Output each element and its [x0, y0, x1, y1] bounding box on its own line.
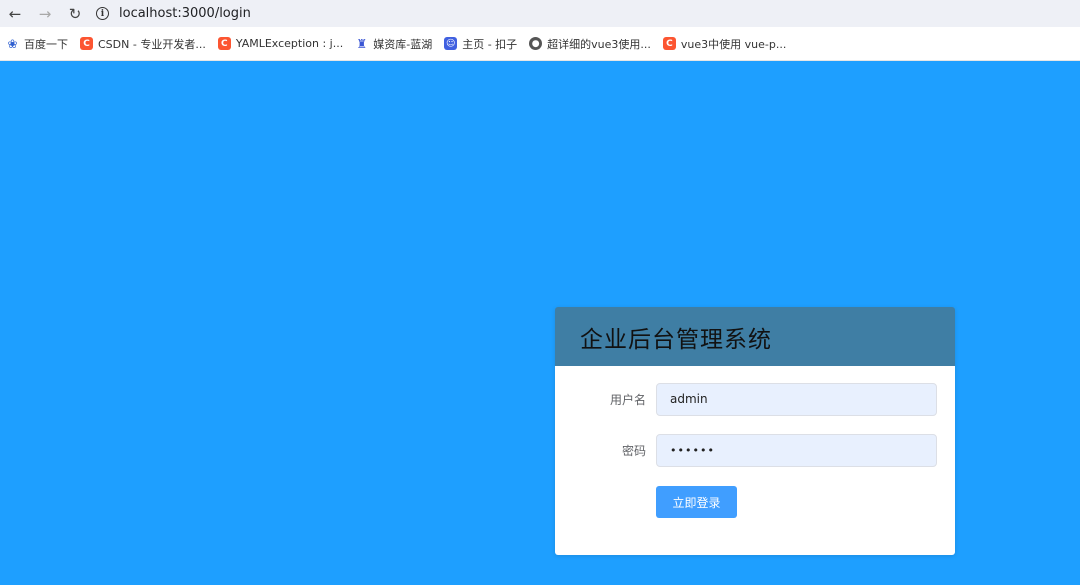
info-icon[interactable]: i	[96, 7, 109, 20]
arrow-right-icon: →	[38, 4, 52, 23]
login-card: 企业后台管理系统 用户名 admin 密码 •••••• 立即登录	[555, 307, 955, 555]
bookmark-label: YAMLException : j...	[235, 37, 344, 50]
lanhu-icon: ♜	[356, 36, 368, 51]
page-title: 企业后台管理系统	[580, 326, 772, 353]
reload-icon: ↻	[68, 4, 82, 23]
bookmark-label: vue3中使用 vue-p...	[680, 37, 787, 51]
csdn-icon: C	[217, 37, 231, 50]
bookmark-yamlexception[interactable]: C YAMLException : j...	[217, 37, 344, 50]
bookmark-vue3-vue-p[interactable]: C vue3中使用 vue-p...	[662, 36, 787, 52]
csdn-icon: C	[80, 37, 93, 50]
login-card-header: 企业后台管理系统	[555, 307, 955, 366]
password-row: 密码 ••••••	[555, 433, 955, 467]
login-button[interactable]: 立即登录	[656, 486, 737, 518]
password-input[interactable]: ••••••	[656, 433, 937, 467]
bookmark-label: 主页 - 扣子	[462, 37, 518, 51]
address-bar[interactable]: i localhost:3000/login	[96, 0, 251, 27]
bookmark-csdn[interactable]: C CSDN - 专业开发者...	[80, 36, 206, 52]
bookmark-label: 百度一下	[24, 37, 68, 51]
baidu-paw-icon: ❀	[7, 36, 18, 51]
browser-toolbar: ← → ↻ i localhost:3000/login	[0, 0, 1080, 27]
arrow-left-icon: ←	[8, 4, 22, 23]
bookmark-label: 媒资库-蓝湖	[373, 37, 433, 51]
back-button[interactable]: ←	[0, 0, 30, 27]
username-label: 用户名	[609, 392, 646, 407]
reload-button[interactable]: ↻	[60, 0, 90, 27]
bookmark-label: CSDN - 专业开发者...	[98, 37, 206, 51]
bookmarks-bar: ❀ 百度一下 C CSDN - 专业开发者... C YAMLException…	[0, 27, 1080, 61]
bookmark-lanhu[interactable]: ♜ 媒资库-蓝湖	[355, 36, 432, 52]
bookmark-baidu[interactable]: ❀ 百度一下	[6, 36, 68, 52]
login-form: 用户名 admin 密码 •••••• 立即登录	[555, 366, 955, 555]
username-input[interactable]: admin	[656, 382, 937, 416]
forward-button[interactable]: →	[30, 0, 60, 27]
bookmark-vue3-guide[interactable]: ● 超详细的vue3使用...	[529, 36, 651, 52]
url-text: localhost:3000/login	[119, 6, 251, 21]
bookmark-label: 超详细的vue3使用...	[547, 37, 651, 51]
username-row: 用户名 admin	[555, 382, 955, 416]
coze-icon: ☺	[444, 37, 458, 50]
bookmark-coze[interactable]: ☺ 主页 - 扣子	[444, 36, 517, 52]
password-label: 密码	[621, 443, 646, 458]
globe-icon: ●	[529, 37, 543, 50]
csdn-icon: C	[662, 37, 676, 50]
